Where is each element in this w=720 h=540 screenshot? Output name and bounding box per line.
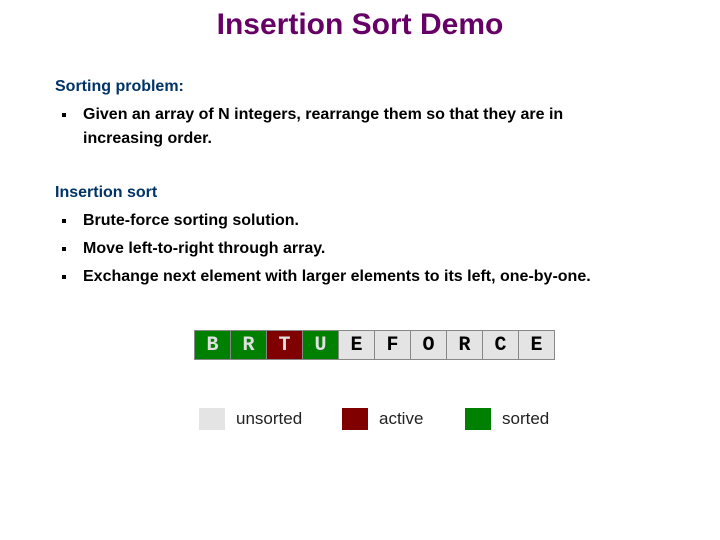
bullet-icon	[62, 113, 66, 117]
array-cell-unsorted: E	[519, 331, 554, 359]
section-heading-insertion-sort: Insertion sort	[55, 184, 158, 201]
legend-item-active: active	[342, 408, 423, 430]
legend-swatch	[465, 408, 491, 430]
array-cell-unsorted: C	[483, 331, 519, 359]
bullet-icon	[62, 275, 66, 279]
array-cell-unsorted: E	[339, 331, 375, 359]
array-cell-sorted: R	[231, 331, 267, 359]
legend-item-sorted: sorted	[465, 408, 549, 430]
array-cell-active: T	[267, 331, 303, 359]
page-title: Insertion Sort Demo	[216, 8, 504, 41]
array-cell-unsorted: O	[411, 331, 447, 359]
legend-label: active	[379, 409, 424, 428]
legend-label: unsorted	[236, 409, 303, 428]
legend-swatch	[342, 408, 368, 430]
array-cell-sorted: B	[195, 331, 231, 359]
legend-item-unsorted: unsorted	[199, 408, 302, 430]
array-cell-unsorted: R	[447, 331, 483, 359]
array-cell-sorted: U	[303, 331, 339, 359]
bullet-icon	[62, 247, 66, 251]
array-cell-unsorted: F	[375, 331, 411, 359]
array-visualization: BRTUEFORCE	[194, 330, 555, 360]
legend-swatch	[199, 408, 225, 430]
bullet-icon	[62, 219, 66, 223]
section-heading-sorting-problem: Sorting problem:	[55, 78, 184, 95]
legend-label: sorted	[502, 409, 550, 428]
